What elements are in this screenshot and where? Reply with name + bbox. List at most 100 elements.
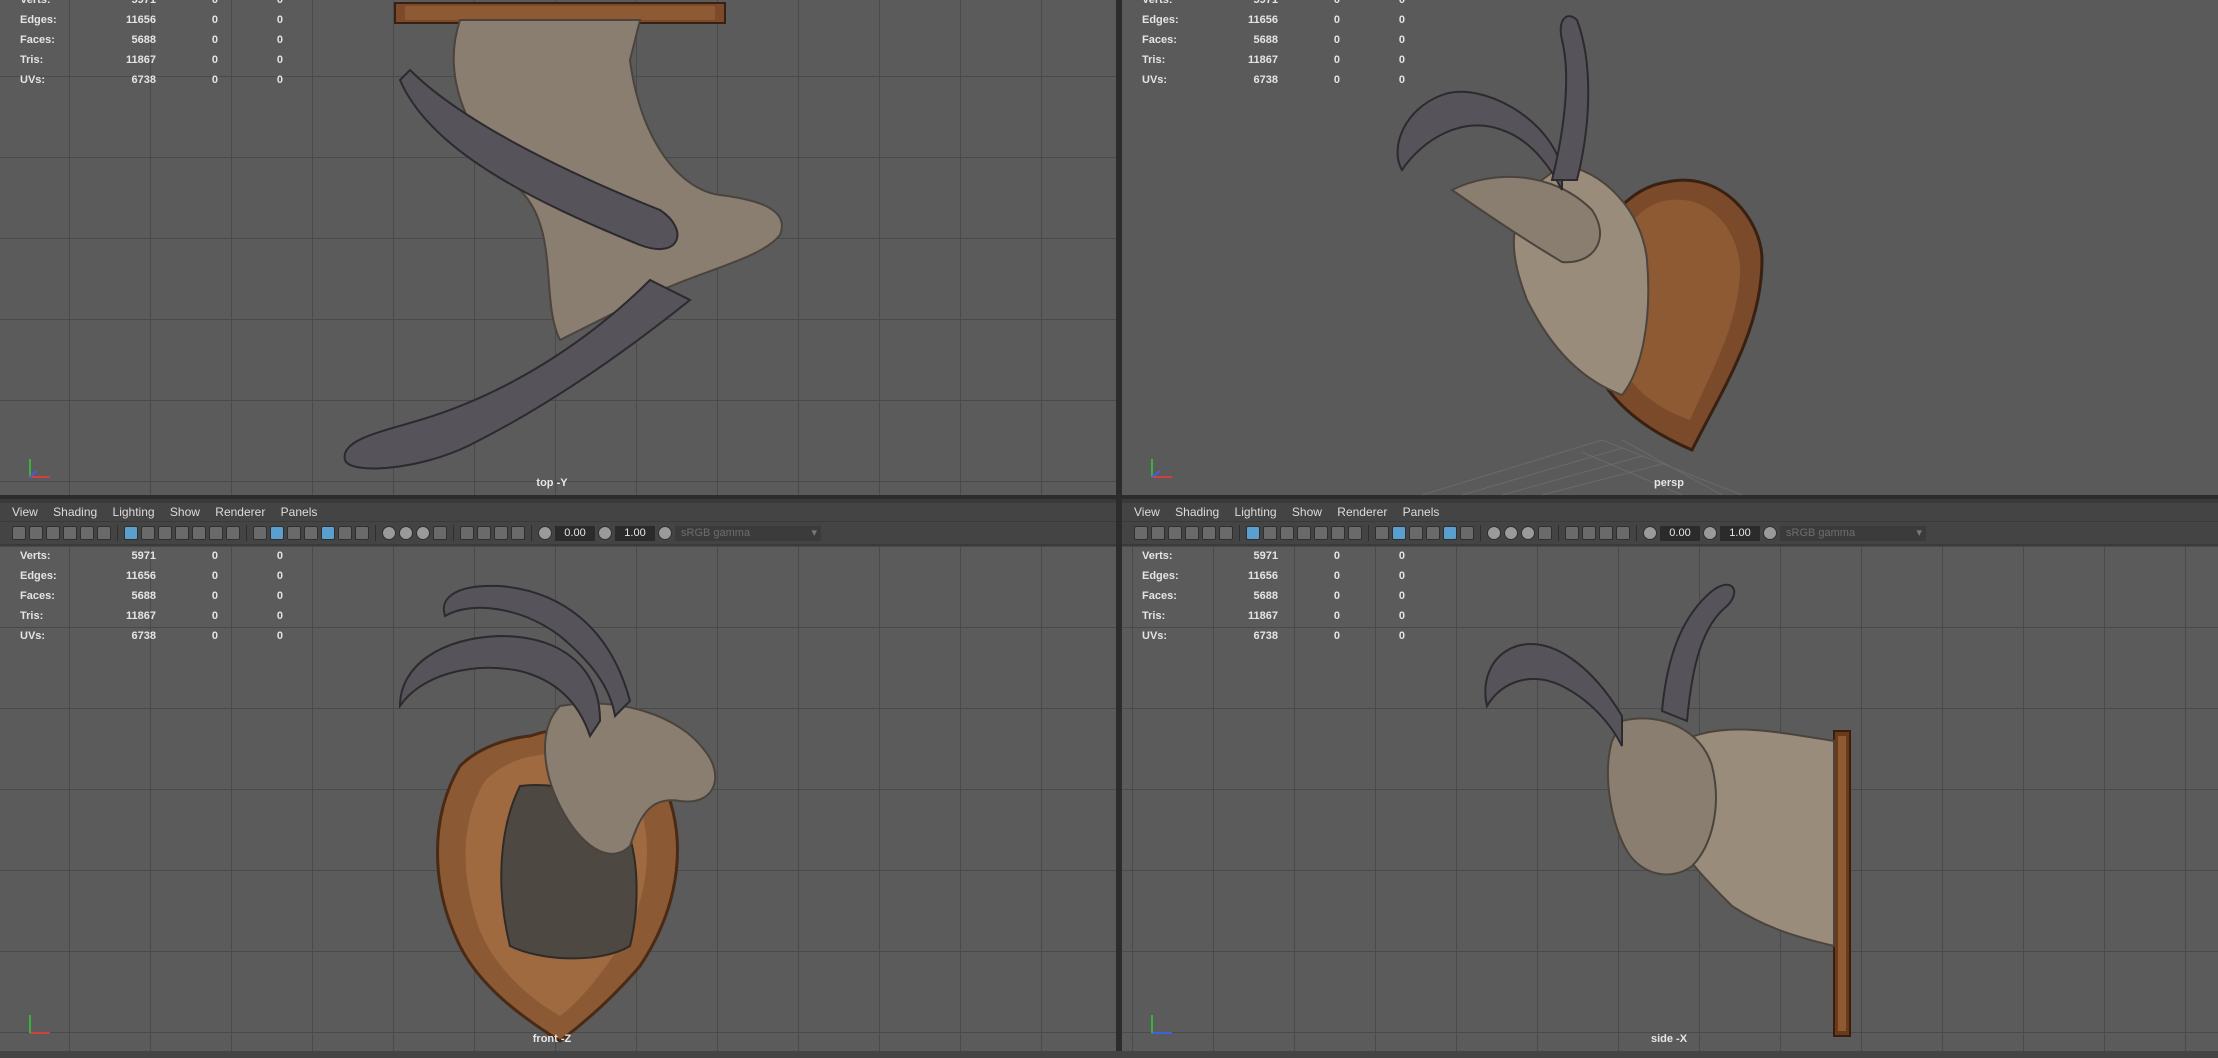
exposure-field[interactable]: 0.00: [555, 525, 595, 541]
menu-show[interactable]: Show: [1292, 503, 1322, 521]
gate-mask-icon[interactable]: [175, 526, 189, 540]
menu-renderer[interactable]: Renderer: [1337, 503, 1387, 521]
wireframe-icon[interactable]: [253, 526, 267, 540]
xray-icon[interactable]: [477, 526, 491, 540]
camera-icon[interactable]: [12, 526, 26, 540]
camera-attributes-icon[interactable]: [29, 526, 43, 540]
isolate-select-icon[interactable]: [460, 526, 474, 540]
viewport-persp[interactable]: Verts: 5971 0 0 Edges: 11656 0 0 Faces: 5688 0 0 Tri…: [1122, 0, 2218, 495]
safe-action-icon[interactable]: [209, 526, 223, 540]
axis-gizmo-top: [29, 459, 50, 478]
exposure-icon[interactable]: [1643, 526, 1657, 540]
viewport-label-persp: persp: [1654, 477, 1684, 489]
anti-aliasing-icon[interactable]: [416, 526, 430, 540]
ambient-occlusion-icon[interactable]: [1487, 526, 1501, 540]
smooth-shade-icon[interactable]: [270, 526, 284, 540]
menu-shading[interactable]: Shading: [1175, 503, 1219, 521]
depth-of-field-icon[interactable]: [1538, 526, 1552, 540]
wireframe-on-shaded-icon[interactable]: [1426, 526, 1440, 540]
toolbar-separator: [246, 525, 247, 541]
viewport-front[interactable]: Verts: 5971 0 0 Edges: 11656 0 0 Faces: 5688 0 0 Tri…: [0, 546, 1116, 1051]
lights-icon[interactable]: [338, 526, 352, 540]
grid-icon[interactable]: [1246, 526, 1260, 540]
safe-action-icon[interactable]: [1331, 526, 1345, 540]
bookmark-icon[interactable]: [63, 526, 77, 540]
toolbar-separator: [1480, 525, 1481, 541]
color-space-dropdown[interactable]: sRGB gamma: [675, 525, 821, 541]
menu-panels[interactable]: Panels: [1403, 503, 1440, 521]
color-management-icon[interactable]: [1763, 526, 1777, 540]
toolbar-separator: [531, 525, 532, 541]
film-gate-icon[interactable]: [1263, 526, 1277, 540]
toolbar-separator: [1558, 525, 1559, 541]
toolbar-separator: [1636, 525, 1637, 541]
viewport-divider-horizontal[interactable]: [0, 495, 2218, 499]
gamma-field[interactable]: 1.00: [1720, 525, 1760, 541]
ibex-model-front[interactable]: [0, 546, 1116, 1051]
motion-blur-icon[interactable]: [1504, 526, 1518, 540]
ibex-model-side[interactable]: [1122, 546, 2218, 1051]
toolbar-separator: [375, 525, 376, 541]
shadows-icon[interactable]: [355, 526, 369, 540]
backface-culling-icon[interactable]: [1616, 526, 1630, 540]
color-space-dropdown[interactable]: sRGB gamma: [1780, 525, 1926, 541]
ibex-model-top[interactable]: [0, 0, 1116, 495]
pencil-icon[interactable]: [97, 526, 111, 540]
safe-title-icon[interactable]: [1348, 526, 1362, 540]
menu-view[interactable]: View: [1134, 503, 1160, 521]
axis-gizmo-front: [29, 1015, 50, 1034]
film-gate-icon[interactable]: [141, 526, 155, 540]
camera-attributes-icon[interactable]: [1151, 526, 1165, 540]
menu-panels[interactable]: Panels: [281, 503, 318, 521]
default-material-icon[interactable]: [287, 526, 301, 540]
viewport-side[interactable]: Verts: 5971 0 0 Edges: 11656 0 0 Faces: 5688 0 0 Tri…: [1122, 546, 2218, 1051]
toolbar-separator: [117, 525, 118, 541]
toolbar-separator: [453, 525, 454, 541]
backface-culling-icon[interactable]: [511, 526, 525, 540]
resolution-gate-icon[interactable]: [1280, 526, 1294, 540]
resolution-gate-icon[interactable]: [158, 526, 172, 540]
camera-icon[interactable]: [1134, 526, 1148, 540]
motion-blur-icon[interactable]: [399, 526, 413, 540]
anti-aliasing-icon[interactable]: [1521, 526, 1535, 540]
menu-renderer[interactable]: Renderer: [215, 503, 265, 521]
lights-icon[interactable]: [1460, 526, 1474, 540]
xray-icon[interactable]: [1582, 526, 1596, 540]
film-icon[interactable]: [46, 526, 60, 540]
color-management-icon[interactable]: [658, 526, 672, 540]
menu-shading[interactable]: Shading: [53, 503, 97, 521]
wireframe-on-shaded-icon[interactable]: [304, 526, 318, 540]
gamma-icon[interactable]: [1703, 526, 1717, 540]
menu-show[interactable]: Show: [170, 503, 200, 521]
field-chart-icon[interactable]: [1314, 526, 1328, 540]
bookmark-icon[interactable]: [1185, 526, 1199, 540]
menu-lighting[interactable]: Lighting: [1235, 503, 1277, 521]
exposure-icon[interactable]: [538, 526, 552, 540]
safe-title-icon[interactable]: [226, 526, 240, 540]
default-material-icon[interactable]: [1409, 526, 1423, 540]
pencil-icon[interactable]: [1219, 526, 1233, 540]
gate-mask-icon[interactable]: [1297, 526, 1311, 540]
exposure-field[interactable]: 0.00: [1660, 525, 1700, 541]
gamma-icon[interactable]: [598, 526, 612, 540]
xray-joints-icon[interactable]: [1599, 526, 1613, 540]
gamma-field[interactable]: 1.00: [615, 525, 655, 541]
field-chart-icon[interactable]: [192, 526, 206, 540]
image-plane-icon[interactable]: [80, 526, 94, 540]
textured-icon[interactable]: [321, 526, 335, 540]
menu-lighting[interactable]: Lighting: [113, 503, 155, 521]
menu-view[interactable]: View: [12, 503, 38, 521]
film-icon[interactable]: [1168, 526, 1182, 540]
textured-icon[interactable]: [1443, 526, 1457, 540]
isolate-select-icon[interactable]: [1565, 526, 1579, 540]
ambient-occlusion-icon[interactable]: [382, 526, 396, 540]
smooth-shade-icon[interactable]: [1392, 526, 1406, 540]
panel-toolbar-side: 0.00 1.00 sRGB gamma: [1122, 522, 2218, 544]
grid-icon[interactable]: [124, 526, 138, 540]
image-plane-icon[interactable]: [1202, 526, 1216, 540]
depth-of-field-icon[interactable]: [433, 526, 447, 540]
wireframe-icon[interactable]: [1375, 526, 1389, 540]
ibex-model-persp[interactable]: [1122, 0, 2218, 495]
xray-joints-icon[interactable]: [494, 526, 508, 540]
viewport-top[interactable]: Verts: 5971 0 0 Edges: 11656 0 0 Faces: 5688 0 0 Tri…: [0, 0, 1116, 495]
